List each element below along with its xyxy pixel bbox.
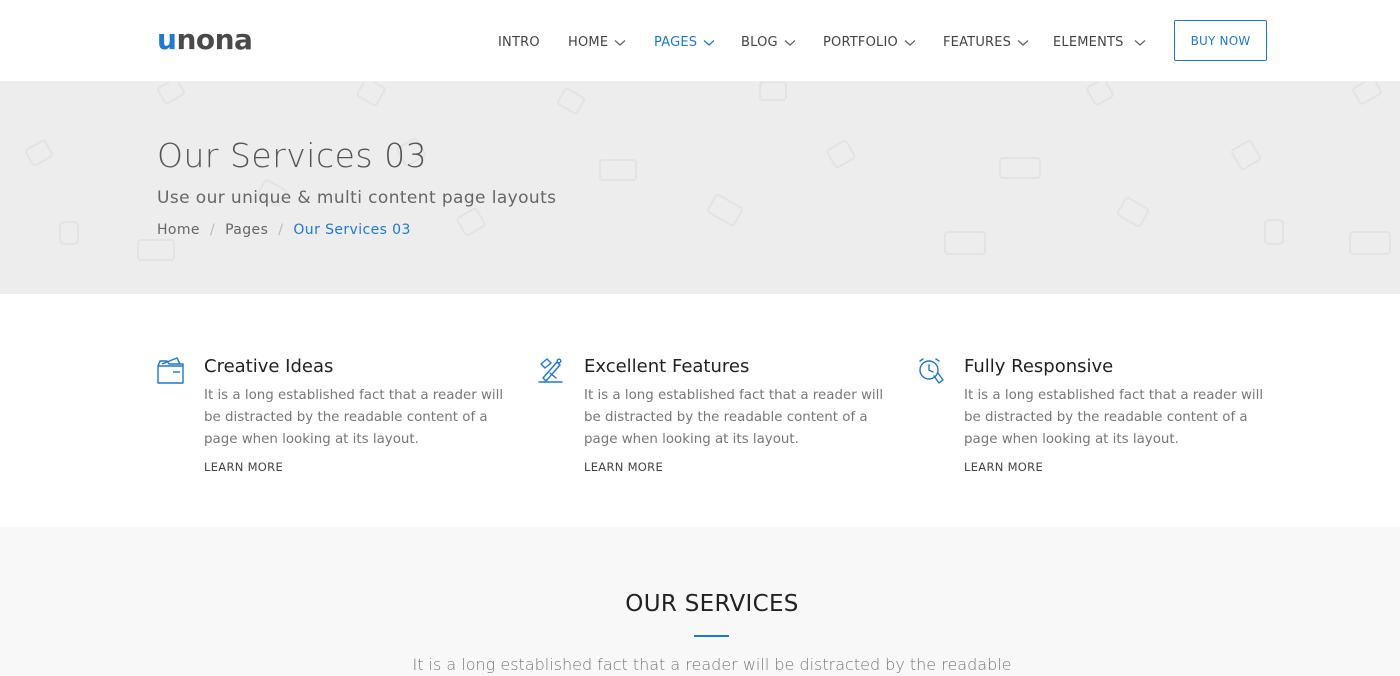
feature-text: It is a long established fact that a rea…: [964, 388, 1264, 447]
features-section: Creative Ideas It is a long established …: [0, 294, 1400, 527]
folder-icon: [157, 357, 184, 384]
title-underline: [694, 635, 729, 637]
responsive-devices-icon: [919, 358, 944, 384]
logo[interactable]: unona: [157, 24, 253, 56]
nav-item-elements[interactable]: ELEMENTS: [1053, 35, 1146, 51]
breadcrumb-current: Our Services 03: [293, 222, 411, 238]
buy-now-button[interactable]: BUY NOW: [1174, 20, 1267, 61]
nav-item-features[interactable]: FEATURES: [943, 35, 1029, 51]
page-hero: Our Services 03 Use our unique & multi c…: [0, 82, 1400, 294]
design-tools-icon: [538, 358, 563, 383]
section-title: OUR SERVICES: [625, 591, 799, 617]
chevron-down-icon: [904, 40, 916, 46]
chevron-down-icon: [1017, 40, 1029, 46]
breadcrumb-separator: /: [209, 222, 216, 238]
nav-item-blog[interactable]: BLOG: [741, 35, 796, 51]
chevron-down-icon: [703, 40, 715, 46]
chevron-down-icon: [784, 40, 796, 46]
breadcrumb-home[interactable]: Home: [157, 221, 200, 239]
site-header: unona INTRO HOME PAGES BLOG PORTFOLIO FE…: [0, 0, 1400, 82]
nav-item-intro[interactable]: INTRO: [498, 35, 540, 51]
learn-more-link[interactable]: LEARN MORE: [964, 460, 1043, 474]
nav-item-portfolio[interactable]: PORTFOLIO: [823, 35, 916, 51]
learn-more-link[interactable]: LEARN MORE: [584, 460, 663, 474]
feature-title: Creative Ideas: [204, 356, 334, 377]
chevron-down-icon: [614, 40, 626, 46]
nav-item-pages[interactable]: PAGES: [654, 35, 715, 51]
breadcrumb-separator: /: [278, 222, 284, 238]
page-title: Our Services 03: [157, 136, 428, 175]
section-description: It is a long established fact that a rea…: [412, 655, 1012, 674]
page-subtitle: Use our unique & multi content page layo…: [157, 188, 557, 208]
feature-title: Fully Responsive: [964, 356, 1114, 377]
chevron-down-icon: [1134, 40, 1146, 46]
feature-text: It is a long established fact that a rea…: [584, 388, 884, 447]
learn-more-link[interactable]: LEARN MORE: [204, 460, 283, 474]
feature-text: It is a long established fact that a rea…: [204, 388, 504, 447]
services-section: OUR SERVICES It is a long established fa…: [0, 527, 1400, 676]
feature-title: Excellent Features: [584, 356, 750, 377]
breadcrumb-pages[interactable]: Pages: [225, 221, 268, 239]
nav-item-home[interactable]: HOME: [568, 35, 626, 51]
breadcrumb: Home / Pages / Our Services 03: [157, 221, 411, 239]
